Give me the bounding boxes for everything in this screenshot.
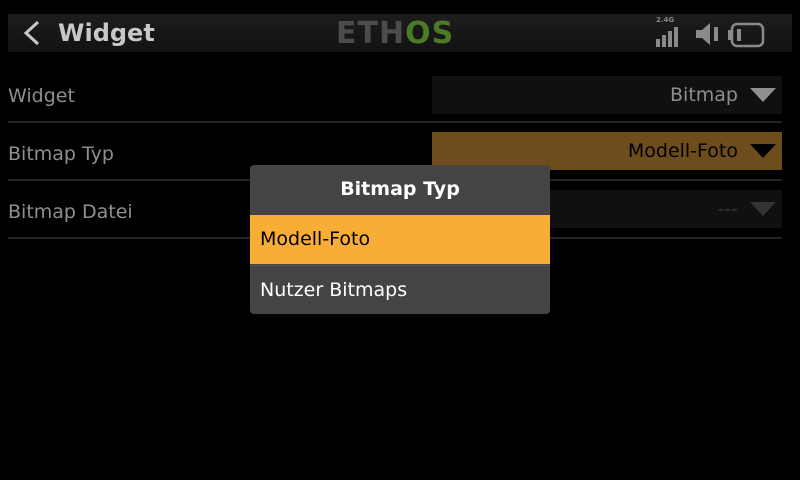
page-title: Widget: [58, 19, 155, 47]
chevron-down-icon: [750, 202, 776, 216]
signal-band-label: 2.4G: [656, 16, 675, 24]
bitmap-typ-label: Bitmap Typ: [8, 143, 114, 165]
back-arrow-icon: [23, 20, 40, 46]
bitmap-typ-dropdown-value: Modell-Foto: [627, 140, 738, 162]
ethos-logo: ETHOS: [336, 19, 454, 49]
screen: Widget ETHOS 2.4G Widget Bitmap Bitmap T…: [0, 0, 800, 480]
row-divider: [8, 121, 782, 123]
back-button[interactable]: [8, 14, 56, 52]
bitmap-datei-label: Bitmap Datei: [8, 201, 133, 223]
widget-dropdown[interactable]: Bitmap: [432, 76, 782, 114]
popup-option-nutzer-bitmaps[interactable]: Nutzer Bitmaps: [250, 265, 550, 314]
popup-option-modell-foto[interactable]: Modell-Foto: [250, 215, 550, 264]
chevron-down-icon: [750, 88, 776, 102]
bitmap-typ-popup: Bitmap Typ Modell-Foto Nutzer Bitmaps: [250, 165, 550, 314]
status-icons: 2.4G: [656, 16, 780, 48]
logo-suffix: OS: [405, 16, 455, 51]
battery-icon: [728, 22, 765, 48]
popup-option-label: Modell-Foto: [260, 228, 371, 250]
widget-row: Widget Bitmap: [8, 68, 782, 124]
speaker-icon: [696, 23, 718, 45]
popup-option-label: Nutzer Bitmaps: [260, 279, 408, 301]
signal-icon: [656, 27, 678, 47]
widget-label: Widget: [8, 85, 75, 107]
bitmap-datei-dropdown-value: ---: [717, 198, 738, 220]
widget-dropdown-value: Bitmap: [670, 84, 738, 106]
logo-prefix: ETH: [336, 16, 406, 51]
chevron-down-icon: [750, 144, 776, 158]
popup-title: Bitmap Typ: [340, 178, 460, 200]
